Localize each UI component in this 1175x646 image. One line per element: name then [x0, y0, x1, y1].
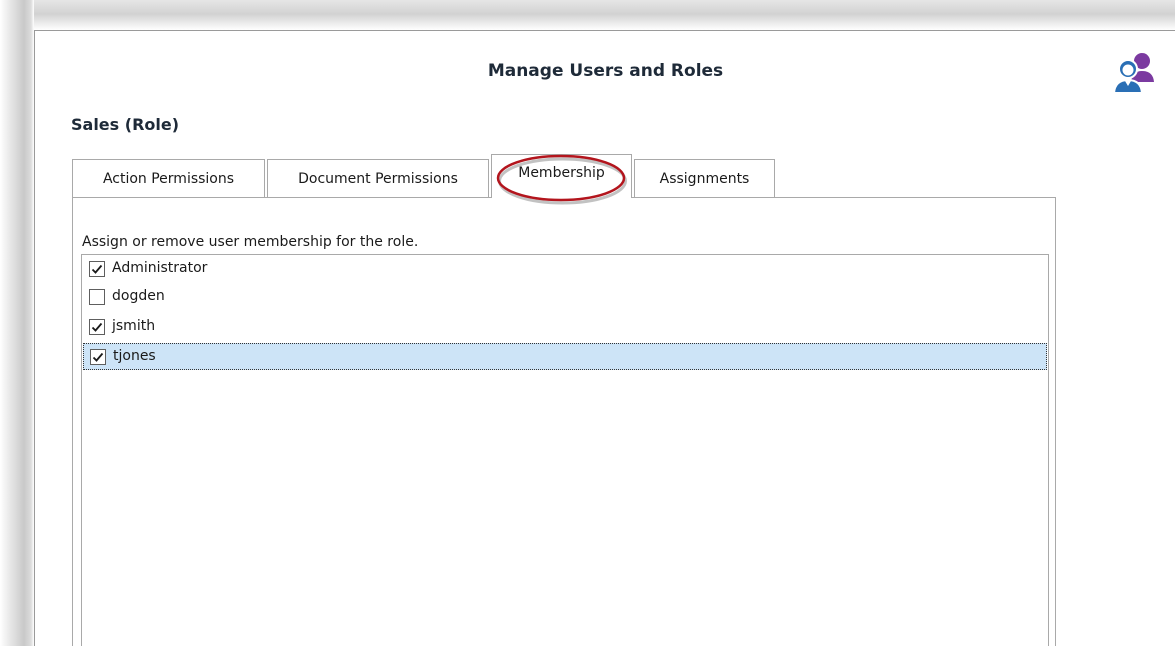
list-item[interactable]: dogden	[83, 284, 1047, 311]
member-checkbox[interactable]	[89, 289, 105, 305]
page-title: Manage Users and Roles	[487, 61, 724, 81]
tab-label: Action Permissions	[102, 170, 235, 187]
manage-users-window: Manage Users and Roles Sales (Role) Acti…	[34, 30, 1175, 646]
member-name: dogden	[112, 288, 165, 304]
member-list[interactable]: Administrator dogden jsmith tjones	[81, 254, 1049, 646]
member-name: jsmith	[112, 318, 156, 334]
membership-panel: Assign or remove user membership for the…	[72, 197, 1056, 646]
member-name: Administrator	[112, 260, 208, 276]
member-checkbox[interactable]	[90, 349, 106, 365]
users-roles-icon	[1112, 53, 1154, 94]
role-title: Sales (Role)	[71, 115, 180, 134]
tab-label: Document Permissions	[298, 170, 458, 187]
tab-membership[interactable]: Membership	[491, 154, 632, 198]
tab-label: Membership	[518, 165, 605, 181]
member-checkbox[interactable]	[89, 319, 105, 335]
tab-action-permissions[interactable]: Action Permissions	[72, 159, 265, 197]
window-shadow-top	[0, 0, 1175, 30]
screenshot-stage: Manage Users and Roles Sales (Role) Acti…	[0, 0, 1175, 646]
checkmark-icon	[91, 322, 103, 332]
member-checkbox[interactable]	[89, 261, 105, 277]
membership-instructions: Assign or remove user membership for the…	[82, 234, 419, 250]
list-item[interactable]: Administrator	[83, 256, 1047, 283]
tab-assignments[interactable]: Assignments	[634, 159, 775, 197]
checkmark-icon	[91, 264, 103, 274]
list-item[interactable]: tjones	[83, 343, 1047, 370]
window-shadow-left	[0, 0, 34, 646]
tab-document-permissions[interactable]: Document Permissions	[267, 159, 489, 197]
member-name: tjones	[113, 348, 156, 364]
list-item[interactable]: jsmith	[83, 314, 1047, 341]
checkmark-icon	[92, 352, 104, 362]
tab-label: Assignments	[659, 170, 750, 187]
